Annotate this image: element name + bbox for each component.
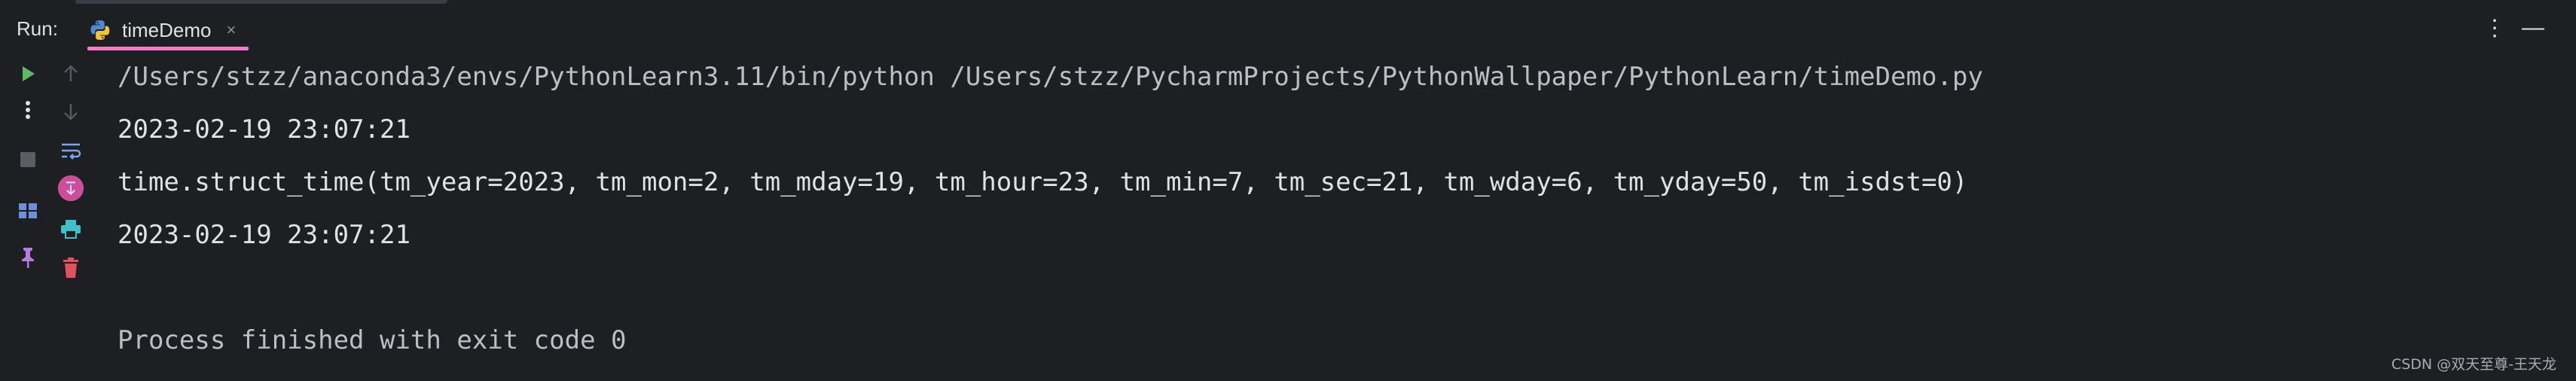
soft-wrap-icon [62,143,81,160]
layout-button[interactable] [14,197,41,224]
python-icon [90,20,110,40]
run-toolwindow-header: Run: timeDemo × ⋮ — [0,0,2576,57]
console-output[interactable]: /Users/stzz/anaconda3/envs/PythonLearn3.… [118,57,2576,381]
console-line: time.struct_time(tm_year=2023, tm_mon=2,… [118,167,1968,197]
print-icon [61,220,81,239]
trash-icon [63,258,78,278]
run-label: Run: [17,17,58,40]
tab-label: timeDemo [122,18,212,41]
minimize-icon[interactable]: — [2522,15,2544,41]
watermark: CSDN @双天至尊-王天龙 [2391,356,2556,373]
previous-occurrence-button[interactable] [57,60,84,87]
soft-wrap-button[interactable] [57,137,84,164]
layout-icon [19,203,37,218]
more-actions-button[interactable] [14,96,41,123]
print-button[interactable] [57,215,84,242]
stop-icon [20,152,35,167]
console-line: 2023-02-19 23:07:21 [118,114,411,145]
top-accent-line [75,0,447,4]
console-line: 2023-02-19 23:07:21 [118,220,411,250]
more-options-icon[interactable]: ⋮ [2483,15,2506,41]
arrow-down-icon [64,104,78,120]
rerun-button[interactable] [14,60,41,87]
arrow-up-icon [64,65,78,81]
scroll-to-end-button[interactable] [57,175,84,202]
run-toolbar [0,57,98,381]
pin-icon [22,248,34,268]
more-vertical-icon [26,101,30,119]
stop-button[interactable] [14,146,41,173]
clear-all-button[interactable] [57,255,84,282]
tab-timeDemo[interactable]: timeDemo × [84,11,240,50]
console-line-command: /Users/stzz/anaconda3/envs/PythonLearn3.… [118,62,1983,92]
console-line-exit-status: Process finished with exit code 0 [118,325,627,355]
scroll-to-end-icon [57,175,84,202]
next-occurrence-button[interactable] [57,98,84,125]
play-icon [23,66,35,81]
pin-tab-button[interactable] [14,244,41,271]
close-icon[interactable]: × [226,20,236,40]
active-tab-indicator [87,47,249,50]
